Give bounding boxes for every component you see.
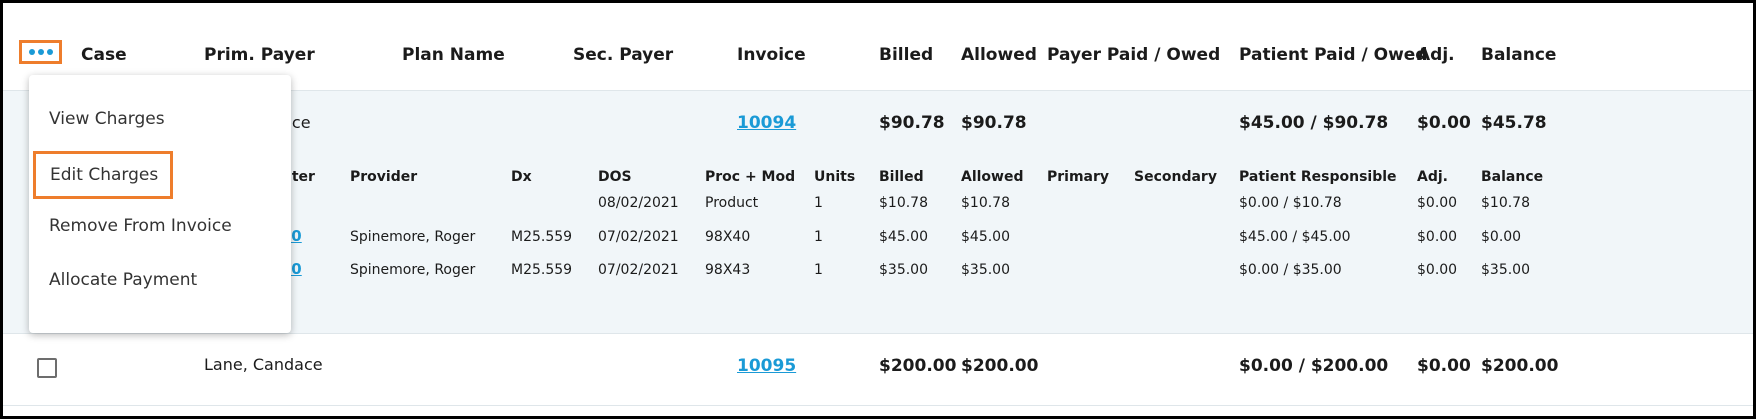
column-header-billed[interactable]: Billed xyxy=(879,45,933,65)
charge-adj: $0.00 xyxy=(1417,229,1458,245)
charge-proc-mod: 98X43 xyxy=(705,262,751,278)
row-actions-menu-button[interactable] xyxy=(19,40,62,64)
column-header-patient-paid-owed[interactable]: Patient Paid / Owed xyxy=(1239,45,1427,65)
charge-dos: 07/02/2021 xyxy=(598,262,679,278)
subtable-header-secondary: Secondary xyxy=(1134,169,1217,185)
charge-units: 1 xyxy=(814,195,823,211)
charge-dos: 08/02/2021 xyxy=(598,195,679,211)
menu-item-remove-from-invoice[interactable]: Remove From Invoice xyxy=(29,200,291,252)
subtable-header-allowed: Allowed xyxy=(961,169,1024,185)
row1-billed: $90.78 xyxy=(879,113,945,133)
column-header-case[interactable]: Case xyxy=(81,45,127,65)
charge-proc-mod: 98X40 xyxy=(705,229,751,245)
charge-patient-responsible: $45.00 / $45.00 xyxy=(1239,229,1351,245)
menu-item-allocate-payment[interactable]: Allocate Payment xyxy=(29,254,291,306)
more-horizontal-dots-icon xyxy=(28,49,35,55)
column-header-plan-name[interactable]: Plan Name xyxy=(402,45,505,65)
column-header-prim-payer[interactable]: Prim. Payer xyxy=(204,45,315,65)
charge-provider: Spinemore, Roger xyxy=(350,262,476,278)
charge-billed: $45.00 xyxy=(879,229,928,245)
charge-provider: Spinemore, Roger xyxy=(350,229,476,245)
subtable-header-provider: Provider xyxy=(350,169,418,185)
row2-patient-name: Lane, Candace xyxy=(204,355,323,374)
subtable-header-adj: Adj. xyxy=(1417,169,1448,185)
row1-balance: $45.78 xyxy=(1481,113,1547,133)
row2-select-checkbox[interactable] xyxy=(37,358,57,378)
row-divider xyxy=(3,405,1753,406)
more-dot xyxy=(37,49,44,55)
column-header-adj[interactable]: Adj. xyxy=(1417,45,1455,65)
charge-allowed: $45.00 xyxy=(961,229,1010,245)
charge-balance: $10.78 xyxy=(1481,195,1530,211)
row2-balance: $200.00 xyxy=(1481,356,1559,376)
charge-adj: $0.00 xyxy=(1417,195,1458,211)
row2-adj: $0.00 xyxy=(1417,356,1471,376)
row2-allowed: $200.00 xyxy=(961,356,1039,376)
charge-patient-responsible: $0.00 / $10.78 xyxy=(1239,195,1342,211)
column-header-balance[interactable]: Balance xyxy=(1481,45,1556,65)
row2-billed: $200.00 xyxy=(879,356,957,376)
menu-item-edit-charges[interactable]: Edit Charges xyxy=(33,151,173,199)
subtable-header-units: Units xyxy=(814,169,856,185)
column-header-sec-payer[interactable]: Sec. Payer xyxy=(573,45,673,65)
charge-dx: M25.559 xyxy=(511,229,573,245)
charge-units: 1 xyxy=(814,229,823,245)
charge-units: 1 xyxy=(814,262,823,278)
row1-patient-paid-owed: $45.00 / $90.78 xyxy=(1239,113,1389,133)
row2-invoice-link[interactable]: 10095 xyxy=(737,356,796,376)
row2-patient-paid-owed: $0.00 / $200.00 xyxy=(1239,356,1389,376)
menu-item-view-charges[interactable]: View Charges xyxy=(29,93,291,145)
column-header-payer-paid-owed[interactable]: Payer Paid / Owed xyxy=(1047,45,1220,65)
column-header-invoice[interactable]: Invoice xyxy=(737,45,806,65)
charge-billed: $35.00 xyxy=(879,262,928,278)
charge-balance: $0.00 xyxy=(1481,229,1522,245)
subtable-header-dos: DOS xyxy=(598,169,632,185)
charge-balance: $35.00 xyxy=(1481,262,1530,278)
subtable-header-balance: Balance xyxy=(1481,169,1544,185)
subtable-header-patient-responsible: Patient Responsible xyxy=(1239,169,1397,185)
row-actions-dropdown-menu: View Charges Edit Charges Remove From In… xyxy=(29,75,291,333)
charge-patient-responsible: $0.00 / $35.00 xyxy=(1239,262,1342,278)
column-header-allowed[interactable]: Allowed xyxy=(961,45,1037,65)
charge-dos: 07/02/2021 xyxy=(598,229,679,245)
subtable-header-primary: Primary xyxy=(1047,169,1110,185)
row1-adj: $0.00 xyxy=(1417,113,1471,133)
charge-allowed: $10.78 xyxy=(961,195,1010,211)
row1-invoice-link[interactable]: 10094 xyxy=(737,113,796,133)
row1-allowed: $90.78 xyxy=(961,113,1027,133)
subtable-header-proc-mod: Proc + Mod xyxy=(705,169,796,185)
more-dot xyxy=(46,49,53,55)
charge-dx: M25.559 xyxy=(511,262,573,278)
invoice-table: Case Prim. Payer Plan Name Sec. Payer In… xyxy=(0,0,1756,419)
subtable-header-billed: Billed xyxy=(879,169,924,185)
subtable-header-dx: Dx xyxy=(511,169,532,185)
charge-adj: $0.00 xyxy=(1417,262,1458,278)
charge-billed: $10.78 xyxy=(879,195,928,211)
charge-proc-mod: Product xyxy=(705,195,759,211)
charge-allowed: $35.00 xyxy=(961,262,1010,278)
